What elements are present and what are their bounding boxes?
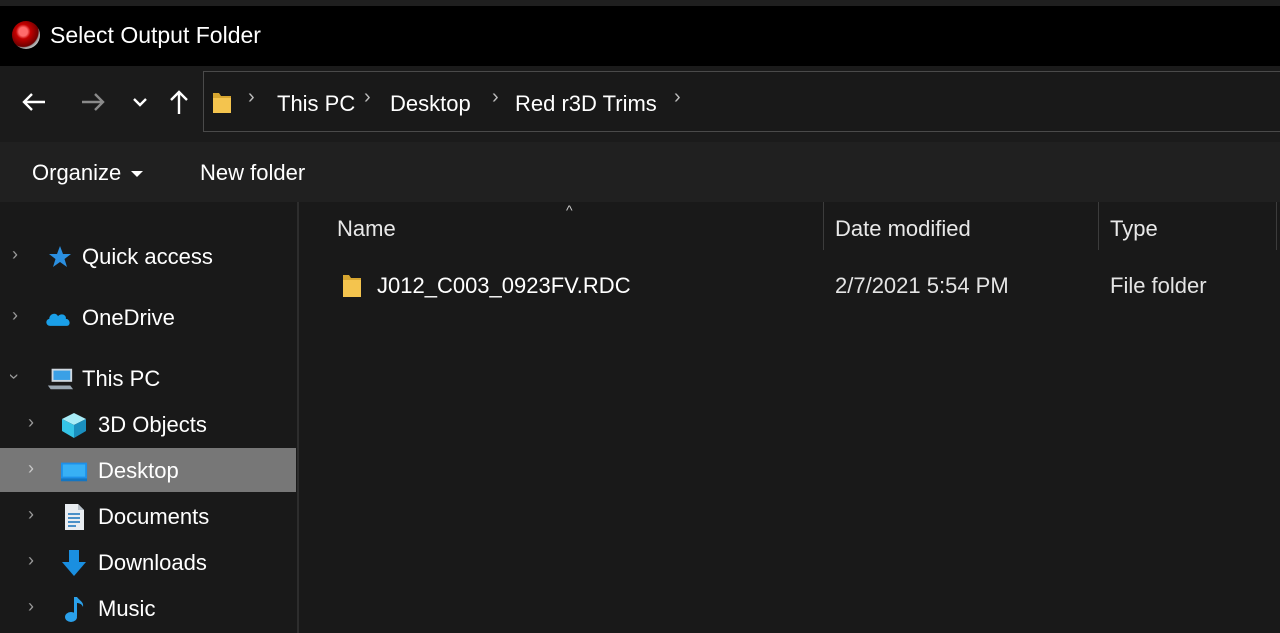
column-header-type[interactable]: Type <box>1110 216 1158 242</box>
sort-ascending-icon: ^ <box>566 202 573 218</box>
up-button[interactable] <box>161 82 197 122</box>
command-bar: Organize New folder <box>0 142 1280 202</box>
chevron-right-icon[interactable]: › <box>28 596 34 617</box>
chevron-right-icon[interactable]: › <box>28 412 34 433</box>
column-divider[interactable] <box>1098 202 1099 250</box>
chevron-right-icon[interactable]: › <box>12 305 18 326</box>
back-button[interactable] <box>16 82 52 122</box>
recent-locations-button[interactable] <box>122 82 158 122</box>
sidebar-item-quick-access[interactable]: › Quick access <box>0 234 296 278</box>
chevron-right-icon[interactable]: › <box>28 458 34 479</box>
chevron-right-icon[interactable]: › <box>28 550 34 571</box>
breadcrumb-separator-icon[interactable]: › <box>674 86 681 109</box>
sidebar-item-label: This PC <box>82 366 161 391</box>
music-note-icon <box>60 596 88 622</box>
window-title: Select Output Folder <box>50 22 261 48</box>
cloud-icon <box>44 305 72 331</box>
organize-label: Organize <box>32 160 122 185</box>
sidebar-item-label: Desktop <box>98 458 179 483</box>
breadcrumb-separator-icon: › <box>492 86 499 108</box>
address-bar[interactable]: › This PC › Desktop › Red r3D Trims › <box>203 71 1280 132</box>
sidebar-item-this-pc[interactable]: › This PC <box>0 356 296 400</box>
sidebar-item-label: Quick access <box>82 244 213 269</box>
breadcrumb-separator-icon: › <box>364 86 371 108</box>
arrow-right-icon <box>82 93 105 111</box>
breadcrumb-desktop[interactable]: Desktop <box>390 91 471 117</box>
folder-icon <box>213 93 231 113</box>
sidebar-item-label: 3D Objects <box>98 412 207 437</box>
sidebar-item-music[interactable]: › Music <box>0 586 296 630</box>
navigation-pane: › Quick access › OneDrive › This PC › 3D… <box>0 202 299 633</box>
chevron-down-icon <box>133 98 147 107</box>
column-divider[interactable] <box>823 202 824 250</box>
forward-button[interactable] <box>75 82 111 122</box>
sidebar-item-label: Downloads <box>98 550 207 575</box>
computer-icon <box>46 366 74 392</box>
sidebar-item-label: Documents <box>98 504 210 529</box>
document-icon <box>60 504 88 530</box>
folder-icon <box>343 275 361 297</box>
file-list: ^ Name Date modified Type J012_C003_0923… <box>301 202 1280 633</box>
arrow-up-icon <box>170 90 188 114</box>
column-header-date-modified[interactable]: Date modified <box>835 216 971 242</box>
new-folder-button[interactable]: New folder <box>200 160 305 186</box>
column-header-name[interactable]: Name <box>337 216 396 242</box>
breadcrumb-red-r3d-trims[interactable]: Red r3D Trims <box>515 91 657 117</box>
arrow-left-icon <box>22 93 45 111</box>
chevron-right-icon[interactable]: › <box>28 504 34 525</box>
sidebar-item-documents[interactable]: › Documents <box>0 494 296 538</box>
star-icon <box>46 244 74 270</box>
sidebar-item-3d-objects[interactable]: › 3D Objects <box>0 402 296 446</box>
app-logo-icon <box>12 21 40 49</box>
column-divider[interactable] <box>1276 202 1277 250</box>
sidebar-item-onedrive[interactable]: › OneDrive <box>0 295 296 339</box>
sidebar-item-downloads[interactable]: › Downloads <box>0 540 296 584</box>
organize-button[interactable]: Organize <box>32 160 144 186</box>
navigation-bar: › This PC › Desktop › Red r3D Trims › <box>0 66 1280 142</box>
sidebar-item-label: OneDrive <box>82 305 175 330</box>
file-date-modified: 2/7/2021 5:54 PM <box>835 273 1009 298</box>
file-row[interactable]: J012_C003_0923FV.RDC 2/7/2021 5:54 PM Fi… <box>301 260 1280 310</box>
breadcrumb-separator-icon: › <box>248 86 255 108</box>
cube-icon <box>60 412 88 438</box>
breadcrumb-this-pc[interactable]: This PC <box>277 91 355 117</box>
file-type: File folder <box>1110 273 1207 298</box>
download-icon <box>60 550 88 576</box>
file-name: J012_C003_0923FV.RDC <box>377 273 631 298</box>
sidebar-item-label: Music <box>98 596 156 621</box>
title-bar: Select Output Folder <box>0 0 1280 66</box>
chevron-down-icon[interactable]: › <box>4 374 25 380</box>
desktop-icon <box>60 458 88 484</box>
sidebar-item-desktop[interactable]: › Desktop <box>0 448 296 492</box>
chevron-right-icon[interactable]: › <box>12 244 18 265</box>
caret-down-icon <box>131 171 144 178</box>
